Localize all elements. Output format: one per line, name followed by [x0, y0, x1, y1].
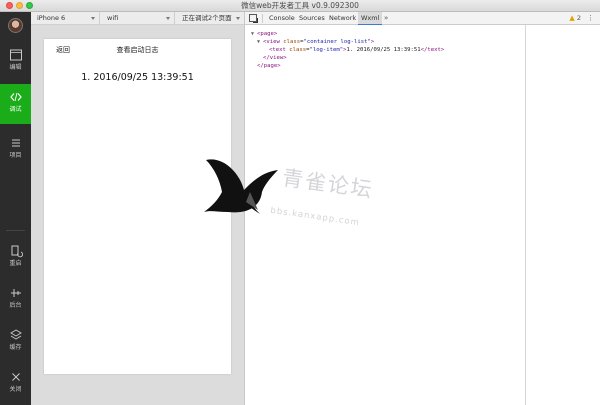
sidebar-item-close[interactable]: 关闭: [0, 364, 31, 404]
sidebar-divider: [6, 230, 25, 231]
inspect-element-icon[interactable]: [249, 14, 258, 23]
tab-sources[interactable]: Sources: [296, 12, 328, 24]
debug-pages-status: 正在调试2个页面: [182, 14, 232, 22]
device-select[interactable]: iPhone 6: [31, 12, 100, 24]
debug-pages-select[interactable]: 正在调试2个页面: [176, 12, 244, 24]
warning-icon: ▲: [569, 14, 575, 22]
sidebar-item-debug[interactable]: 调试: [0, 84, 31, 124]
devtools-tabbar: Console Sources Network Wxml » ▲ 2 ⋮: [245, 12, 600, 25]
tab-console[interactable]: Console: [266, 12, 298, 24]
log-item: 1. 2016/09/25 13:39:51: [81, 72, 194, 83]
styles-panel-divider[interactable]: [525, 25, 526, 405]
sidebar-item-label: 项目: [9, 152, 22, 159]
sidebar-item-background[interactable]: 后台: [0, 280, 31, 320]
window-title: 微信web开发者工具 v0.9.092300: [241, 1, 359, 10]
page-title: 查看启动日志: [116, 46, 159, 54]
dom-node-text[interactable]: <text class="log-item">1. 2016/09/25 13:…: [251, 46, 521, 54]
warnings-badge[interactable]: ▲ 2: [569, 12, 581, 24]
more-tabs-button[interactable]: »: [384, 12, 388, 24]
wxml-tree: ▼ <page> ▼ <view class="container log-list…: [251, 30, 521, 70]
dom-node-view[interactable]: ▼ <view class="container log-list">: [251, 38, 521, 46]
sidebar-item-label: 关闭: [9, 386, 22, 393]
chevron-down-icon: [166, 17, 170, 20]
close-icon: [11, 373, 20, 381]
sidebar-item-label: 后台: [9, 302, 22, 309]
background-icon: [10, 289, 21, 297]
sidebar-item-label: 重启: [9, 260, 22, 267]
sidebar-item-edit[interactable]: 编辑: [0, 42, 31, 82]
sidebar-item-restart[interactable]: 重启: [0, 238, 31, 278]
toolbar-divider: [262, 14, 263, 23]
dom-node-page[interactable]: ▼ <page>: [251, 30, 521, 38]
user-avatar[interactable]: [8, 18, 23, 33]
tab-wxml[interactable]: Wxml: [358, 12, 383, 25]
chevron-down-icon: [236, 17, 240, 20]
sidebar-item-label: 缓存: [9, 344, 22, 351]
sidebar-item-label: 编辑: [9, 64, 22, 71]
sidebar-item-cache[interactable]: 缓存: [0, 322, 31, 362]
tab-network[interactable]: Network: [326, 12, 359, 24]
code-editor-icon: [9, 49, 22, 61]
left-toolbar: 编辑 调试 项目 重启 后台 缓存 关闭: [0, 12, 31, 405]
warnings-count: 2: [576, 14, 581, 22]
phone-screen: 返回 查看启动日志 1. 2016/09/25 13:39:51: [44, 39, 231, 374]
cache-layers-icon: [9, 329, 22, 340]
device-toolbar: iPhone 6 wifi 正在调试2个页面: [31, 12, 244, 25]
list-icon: [11, 139, 20, 147]
dom-node-view-close: </view>: [263, 55, 287, 61]
restart-icon: [11, 245, 23, 258]
sidebar-item-label: 调试: [9, 106, 22, 113]
debug-brackets-icon: [9, 92, 22, 102]
network-select-value: wifi: [107, 14, 119, 22]
sidebar-item-project[interactable]: 项目: [0, 130, 31, 170]
simulator-area: 返回 查看启动日志 1. 2016/09/25 13:39:51: [31, 25, 244, 405]
dom-node-page-close: </page>: [257, 63, 281, 69]
network-select[interactable]: wifi: [101, 12, 175, 24]
device-select-value: iPhone 6: [37, 14, 66, 22]
chevron-down-icon: [91, 17, 95, 20]
window-titlebar: 微信web开发者工具 v0.9.092300: [0, 0, 600, 12]
devtools-menu-button[interactable]: ⋮: [587, 12, 594, 24]
